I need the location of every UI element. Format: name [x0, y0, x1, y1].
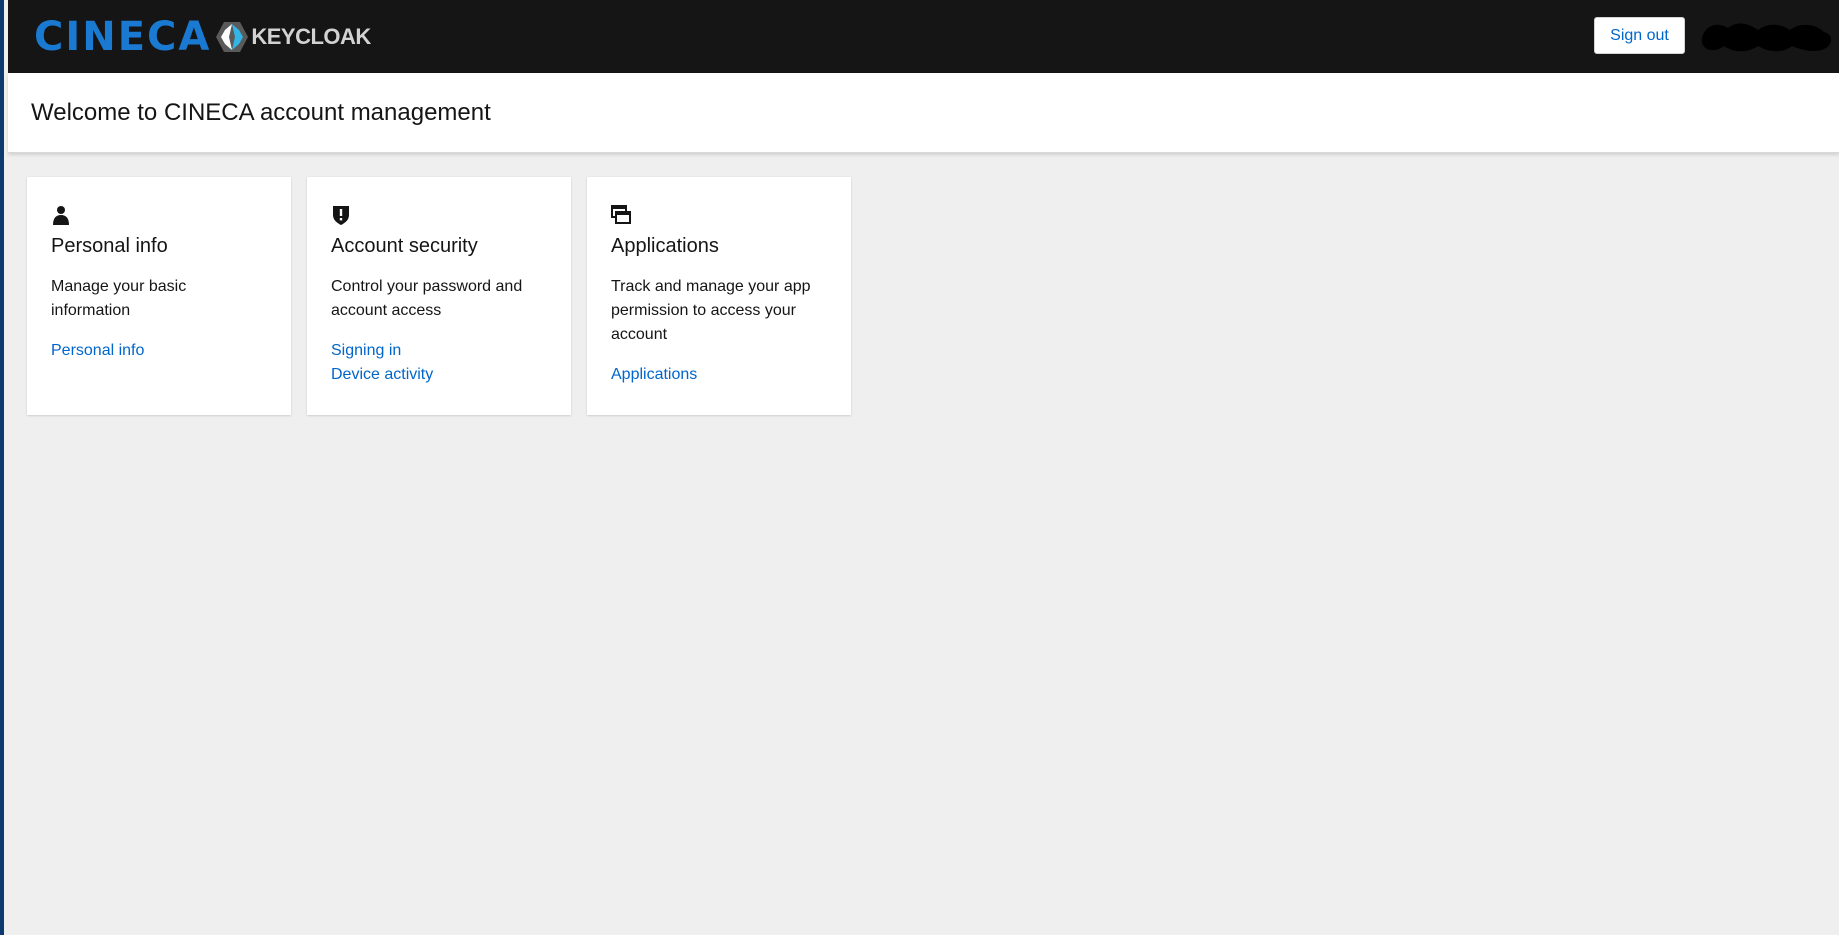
keycloak-label: KEYCLOAK: [251, 24, 371, 49]
page-header: Welcome to CINECA account management: [8, 73, 1839, 153]
app-frame: CINECA KEYCLOAK Sign out Welcome to CINE…: [0, 0, 1839, 935]
card-description: Control your password and account access: [331, 278, 523, 319]
personal-info-link[interactable]: Personal info: [51, 339, 267, 363]
card-applications: Applications Track and manage your app p…: [587, 177, 851, 415]
keycloak-logo: KEYCLOAK: [215, 20, 371, 54]
card-title: Account security: [331, 235, 478, 257]
brand-logo[interactable]: CINECA KEYCLOAK: [34, 16, 371, 58]
redacted-username: [1701, 23, 1832, 52]
shield-icon: [333, 206, 349, 225]
masthead: CINECA KEYCLOAK Sign out: [8, 0, 1839, 73]
brand-name: CINECA: [34, 14, 212, 60]
device-activity-link[interactable]: Device activity: [331, 363, 547, 387]
keycloak-icon: [216, 22, 249, 52]
card-account-security: Account security Control your password a…: [307, 177, 571, 415]
page-title: Welcome to CINECA account management: [31, 99, 491, 126]
card-title: Personal info: [51, 235, 168, 257]
card-personal-info: Personal info Manage your basic informat…: [27, 177, 291, 415]
user-icon: [53, 206, 69, 225]
signing-in-link[interactable]: Signing in: [331, 339, 547, 363]
sign-out-button[interactable]: Sign out: [1594, 17, 1685, 54]
card-description: Manage your basic information: [51, 278, 187, 319]
windows-icon: [611, 205, 631, 224]
card-title: Applications: [611, 235, 719, 257]
card-description: Track and manage your app permission to …: [611, 278, 811, 343]
applications-link[interactable]: Applications: [611, 363, 827, 387]
